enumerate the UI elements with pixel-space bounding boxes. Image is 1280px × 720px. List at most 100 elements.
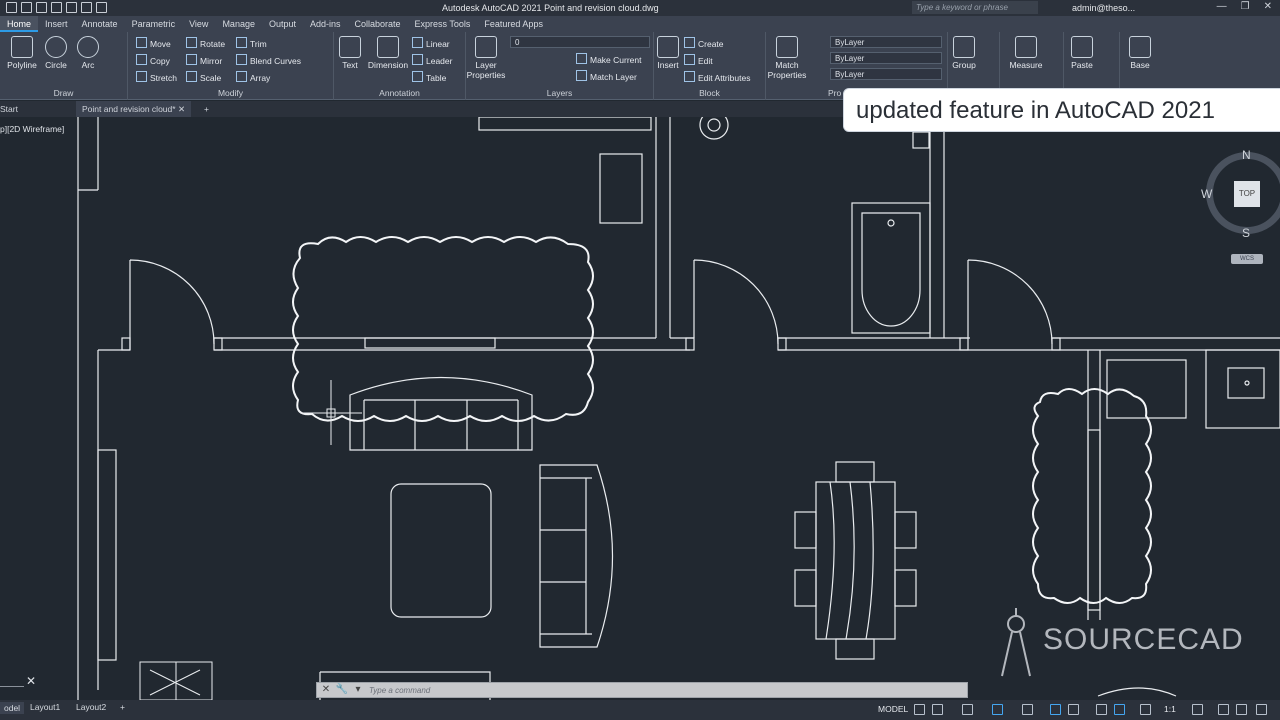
- tab-start[interactable]: Start: [0, 104, 18, 114]
- table-button[interactable]: Table: [412, 71, 446, 83]
- paste-button[interactable]: Paste: [1062, 32, 1102, 70]
- array-button[interactable]: Array: [236, 71, 270, 83]
- auto-scale-icon[interactable]: [1140, 704, 1151, 715]
- tab-parametric[interactable]: Parametric: [125, 16, 183, 32]
- compass-west[interactable]: W: [1201, 187, 1212, 201]
- workspace-gear-icon[interactable]: [1192, 704, 1203, 715]
- tab-add-ins[interactable]: Add-ins: [303, 16, 348, 32]
- tab-collaborate[interactable]: Collaborate: [348, 16, 408, 32]
- text-icon: [339, 36, 361, 58]
- open-icon[interactable]: [21, 2, 32, 13]
- viewcube[interactable]: TOP: [1206, 152, 1280, 234]
- measure-button[interactable]: Measure: [1004, 32, 1048, 70]
- model-space-button[interactable]: MODEL: [878, 704, 908, 714]
- object-snap-tracking-icon[interactable]: [1050, 704, 1061, 715]
- arc-button[interactable]: Arc: [68, 32, 108, 70]
- new-icon[interactable]: [6, 2, 17, 13]
- ortho-icon[interactable]: [962, 704, 973, 715]
- linetype-dropdown[interactable]: ByLayer: [830, 52, 942, 64]
- edit-block-button[interactable]: Edit: [684, 54, 713, 66]
- redo-icon[interactable]: [96, 2, 107, 13]
- tab-output[interactable]: Output: [262, 16, 303, 32]
- tab-layout1[interactable]: Layout1: [30, 702, 60, 712]
- new-tab-icon[interactable]: +: [204, 104, 209, 114]
- lineweight-dropdown[interactable]: ByLayer: [830, 68, 942, 80]
- add-layout-icon[interactable]: +: [120, 702, 125, 712]
- user-account[interactable]: admin@theso...: [1072, 3, 1135, 13]
- panel-title-modify[interactable]: Modify: [128, 88, 333, 98]
- linear-button[interactable]: Linear: [412, 37, 450, 49]
- annotation-visibility-icon[interactable]: [1114, 704, 1125, 715]
- tab-drawing[interactable]: Point and revision cloud* ✕: [76, 101, 192, 117]
- text-button[interactable]: Text: [330, 32, 370, 70]
- layer-dropdown[interactable]: 0: [510, 36, 650, 48]
- customization-icon[interactable]: [1256, 704, 1267, 715]
- paste-icon: [1071, 36, 1093, 58]
- tab-annotate[interactable]: Annotate: [75, 16, 125, 32]
- save-icon[interactable]: [36, 2, 47, 13]
- match-layer-button[interactable]: Match Layer: [576, 70, 637, 82]
- undo-icon[interactable]: [81, 2, 92, 13]
- close-tab-icon[interactable]: ✕: [178, 104, 185, 114]
- color-dropdown[interactable]: ByLayer: [830, 36, 942, 48]
- arc-icon: [77, 36, 99, 58]
- customize-icon[interactable]: 🔧: [335, 684, 349, 697]
- close-icon[interactable]: ✕: [26, 674, 36, 688]
- base-button[interactable]: Base: [1120, 32, 1160, 70]
- drawing-canvas[interactable]: [0, 117, 1280, 700]
- viewcube-top[interactable]: TOP: [1234, 181, 1260, 207]
- close-icon[interactable]: ✕: [1264, 1, 1272, 12]
- viewport-controls[interactable]: p][2D Wireframe]: [0, 124, 64, 134]
- move-button[interactable]: Move: [136, 37, 171, 49]
- tab-view[interactable]: View: [182, 16, 215, 32]
- annotation-scale[interactable]: 1:1: [1164, 704, 1176, 714]
- make-current-button[interactable]: Make Current: [576, 53, 642, 65]
- mirror-button[interactable]: Mirror: [186, 54, 222, 66]
- dimension-button[interactable]: Dimension: [366, 32, 410, 70]
- trim-button[interactable]: Trim: [236, 37, 267, 49]
- match-properties-button[interactable]: Match Properties: [766, 32, 808, 80]
- compass-south[interactable]: S: [1242, 226, 1250, 240]
- tab-home[interactable]: Home: [0, 16, 39, 32]
- command-line[interactable]: ✕ 🔧 ▾ Type a command: [316, 682, 968, 698]
- panel-title-annotation[interactable]: Annotation: [334, 88, 465, 98]
- compass-north[interactable]: N: [1242, 148, 1251, 162]
- add-icon[interactable]: [1218, 704, 1229, 715]
- search-input[interactable]: Type a keyword or phrase: [912, 1, 1038, 14]
- stretch-button[interactable]: Stretch: [136, 71, 177, 83]
- tab-featured-apps[interactable]: Featured Apps: [477, 16, 550, 32]
- layer-properties-button[interactable]: Layer Properties: [466, 32, 506, 80]
- insert-button[interactable]: Insert: [648, 32, 688, 70]
- isodraft-icon[interactable]: [1022, 704, 1033, 715]
- maximize-icon[interactable]: ❐: [1241, 1, 1250, 12]
- osnap-icon[interactable]: [1068, 704, 1079, 715]
- minimize-icon[interactable]: —: [1217, 1, 1227, 12]
- edit-attributes-button[interactable]: Edit Attributes: [684, 71, 750, 83]
- blend-curves-button[interactable]: Blend Curves: [236, 54, 301, 66]
- command-input[interactable]: Type a command: [369, 686, 430, 695]
- snap-icon[interactable]: [932, 704, 943, 715]
- tab-layout2[interactable]: Layout2: [76, 702, 106, 712]
- create-block-button[interactable]: Create: [684, 37, 724, 49]
- tab-manage[interactable]: Manage: [215, 16, 262, 32]
- panel-title-layers[interactable]: Layers: [466, 88, 653, 98]
- recent-commands-icon[interactable]: ▾: [351, 684, 365, 697]
- close-command-icon[interactable]: ✕: [319, 684, 333, 697]
- save-as-icon[interactable]: [51, 2, 62, 13]
- tab-insert[interactable]: Insert: [38, 16, 75, 32]
- lineweight-icon[interactable]: [1096, 704, 1107, 715]
- polar-icon[interactable]: [992, 704, 1003, 715]
- panel-title-draw[interactable]: Draw: [0, 88, 127, 98]
- rotate-button[interactable]: Rotate: [186, 37, 225, 49]
- wcs-menu[interactable]: WCS: [1231, 254, 1263, 264]
- tab-express-tools[interactable]: Express Tools: [408, 16, 478, 32]
- isolate-icon[interactable]: [1236, 704, 1247, 715]
- scale-button[interactable]: Scale: [186, 71, 221, 83]
- leader-button[interactable]: Leader: [412, 54, 452, 66]
- panel-title-block[interactable]: Block: [654, 88, 765, 98]
- group-button[interactable]: Group: [944, 32, 984, 70]
- plot-icon[interactable]: [66, 2, 77, 13]
- tab-model[interactable]: odel: [0, 702, 25, 714]
- copy-button[interactable]: Copy: [136, 54, 170, 66]
- grid-icon[interactable]: [914, 704, 925, 715]
